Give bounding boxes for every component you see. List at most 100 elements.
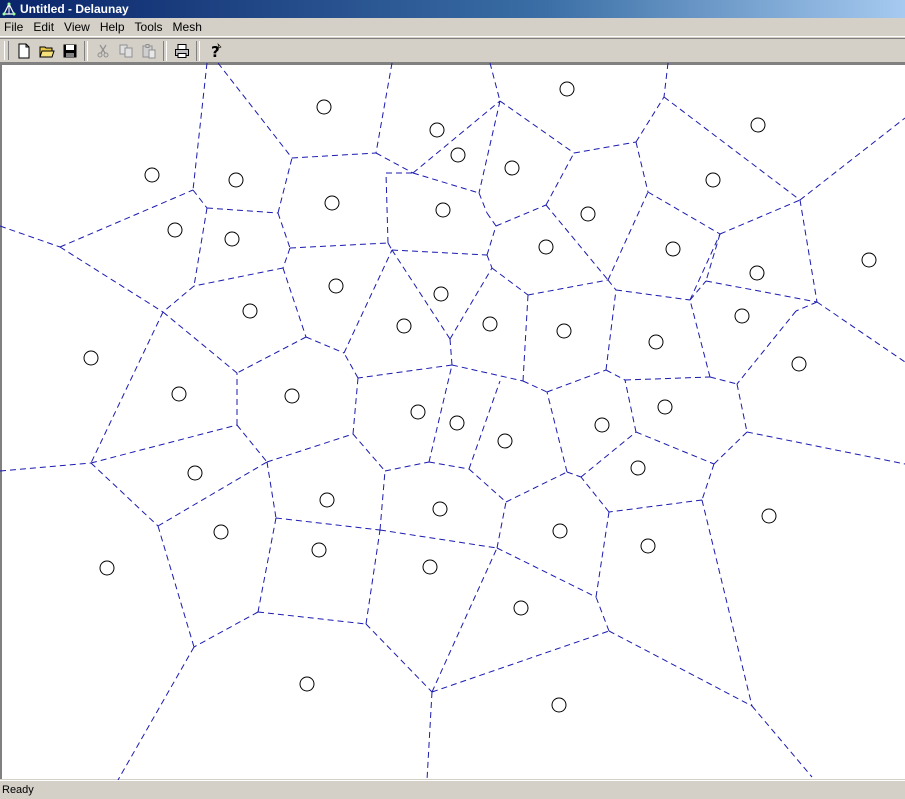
drawing-canvas[interactable] (0, 63, 905, 781)
site-point[interactable] (311, 542, 327, 558)
voronoi-edge (277, 212, 291, 249)
help-button[interactable]: ? (203, 40, 226, 62)
site-point[interactable] (171, 386, 187, 402)
site-point[interactable] (761, 508, 777, 524)
voronoi-edge (193, 611, 259, 648)
site-point[interactable] (513, 600, 529, 616)
voronoi-edge (705, 280, 818, 303)
site-point[interactable] (750, 117, 766, 133)
voronoi-edge (352, 433, 386, 472)
voronoi-edge (635, 96, 665, 143)
site-point[interactable] (551, 697, 567, 713)
site-point[interactable] (429, 122, 445, 138)
menu-mesh[interactable]: Mesh (168, 18, 207, 37)
voronoi-edge (486, 212, 497, 227)
paste-button[interactable] (137, 40, 160, 62)
site-point[interactable] (319, 492, 335, 508)
site-point[interactable] (99, 560, 115, 576)
site-point[interactable] (242, 303, 258, 319)
toolbar-separator (163, 40, 167, 61)
voronoi-edge (489, 63, 501, 102)
site-point[interactable] (316, 99, 332, 115)
site-point[interactable] (187, 465, 203, 481)
voronoi-edge (499, 100, 575, 154)
voronoi-edge (387, 242, 393, 251)
site-point[interactable] (284, 388, 300, 404)
voronoi-edge (236, 336, 307, 374)
site-point[interactable] (224, 231, 240, 247)
new-button[interactable] (12, 40, 35, 62)
site-point[interactable] (504, 160, 520, 176)
site-point[interactable] (324, 195, 340, 211)
site-point[interactable] (449, 415, 465, 431)
menu-tools[interactable]: Tools (130, 18, 168, 37)
copy-button[interactable] (114, 40, 137, 62)
site-point[interactable] (167, 222, 183, 238)
site-point[interactable] (83, 350, 99, 366)
site-point[interactable] (450, 147, 466, 163)
voronoi-edge (566, 471, 582, 478)
site-point[interactable] (422, 559, 438, 575)
print-button[interactable] (170, 40, 193, 62)
site-point[interactable] (299, 676, 315, 692)
voronoi-edge (365, 529, 381, 625)
site-point[interactable] (432, 501, 448, 517)
site-point[interactable] (630, 460, 646, 476)
voronoi-edge (90, 462, 159, 527)
delaunay-app-icon[interactable] (2, 2, 16, 16)
voronoi-edge (573, 141, 637, 154)
menu-file[interactable]: File (0, 18, 28, 37)
site-point[interactable] (538, 239, 554, 255)
voronoi-edge (689, 299, 711, 378)
site-point[interactable] (228, 172, 244, 188)
voronoi-edge (343, 352, 359, 379)
voronoi-edge (275, 517, 381, 531)
voronoi-edge (384, 461, 430, 472)
site-point[interactable] (144, 167, 160, 183)
site-point[interactable] (497, 433, 513, 449)
site-point[interactable] (433, 286, 449, 302)
menu-view[interactable]: View (59, 18, 95, 37)
site-point[interactable] (482, 316, 498, 332)
menu-help[interactable]: Help (95, 18, 130, 37)
site-point[interactable] (734, 308, 750, 324)
site-point[interactable] (648, 334, 664, 350)
voronoi-edge (486, 254, 493, 269)
site-point[interactable] (410, 404, 426, 420)
voronoi-edge (193, 267, 284, 287)
site-point[interactable] (435, 202, 451, 218)
cut-scissors-icon (97, 44, 108, 57)
voronoi-edge (605, 369, 626, 381)
site-point[interactable] (665, 241, 681, 257)
site-point[interactable] (657, 399, 673, 415)
voronoi-edge (157, 461, 268, 527)
voronoi-edge (478, 192, 488, 214)
voronoi-edge (90, 311, 164, 464)
cut-button[interactable] (91, 40, 114, 62)
site-point[interactable] (640, 538, 656, 554)
voronoi-edge (59, 246, 164, 313)
open-button[interactable] (35, 40, 58, 62)
menu-edit[interactable]: Edit (28, 18, 59, 37)
toolbar-grip[interactable] (4, 41, 9, 60)
site-point[interactable] (559, 81, 575, 97)
voronoi-edge (605, 289, 617, 371)
voronoi-edge (491, 267, 529, 296)
voronoi-edge (608, 630, 753, 707)
title-bar[interactable]: Untitled - Delaunay (0, 0, 905, 18)
voronoi-edge (426, 691, 433, 781)
site-point[interactable] (556, 323, 572, 339)
voronoi-edge (719, 199, 801, 235)
site-point[interactable] (861, 252, 877, 268)
site-point[interactable] (396, 318, 412, 334)
site-point[interactable] (552, 523, 568, 539)
save-button[interactable] (58, 40, 81, 62)
site-point[interactable] (328, 278, 344, 294)
site-point[interactable] (213, 524, 229, 540)
voronoi-edge (117, 646, 195, 781)
site-point[interactable] (580, 206, 596, 222)
site-point[interactable] (749, 265, 765, 281)
site-point[interactable] (594, 417, 610, 433)
site-point[interactable] (791, 356, 807, 372)
site-point[interactable] (705, 172, 721, 188)
